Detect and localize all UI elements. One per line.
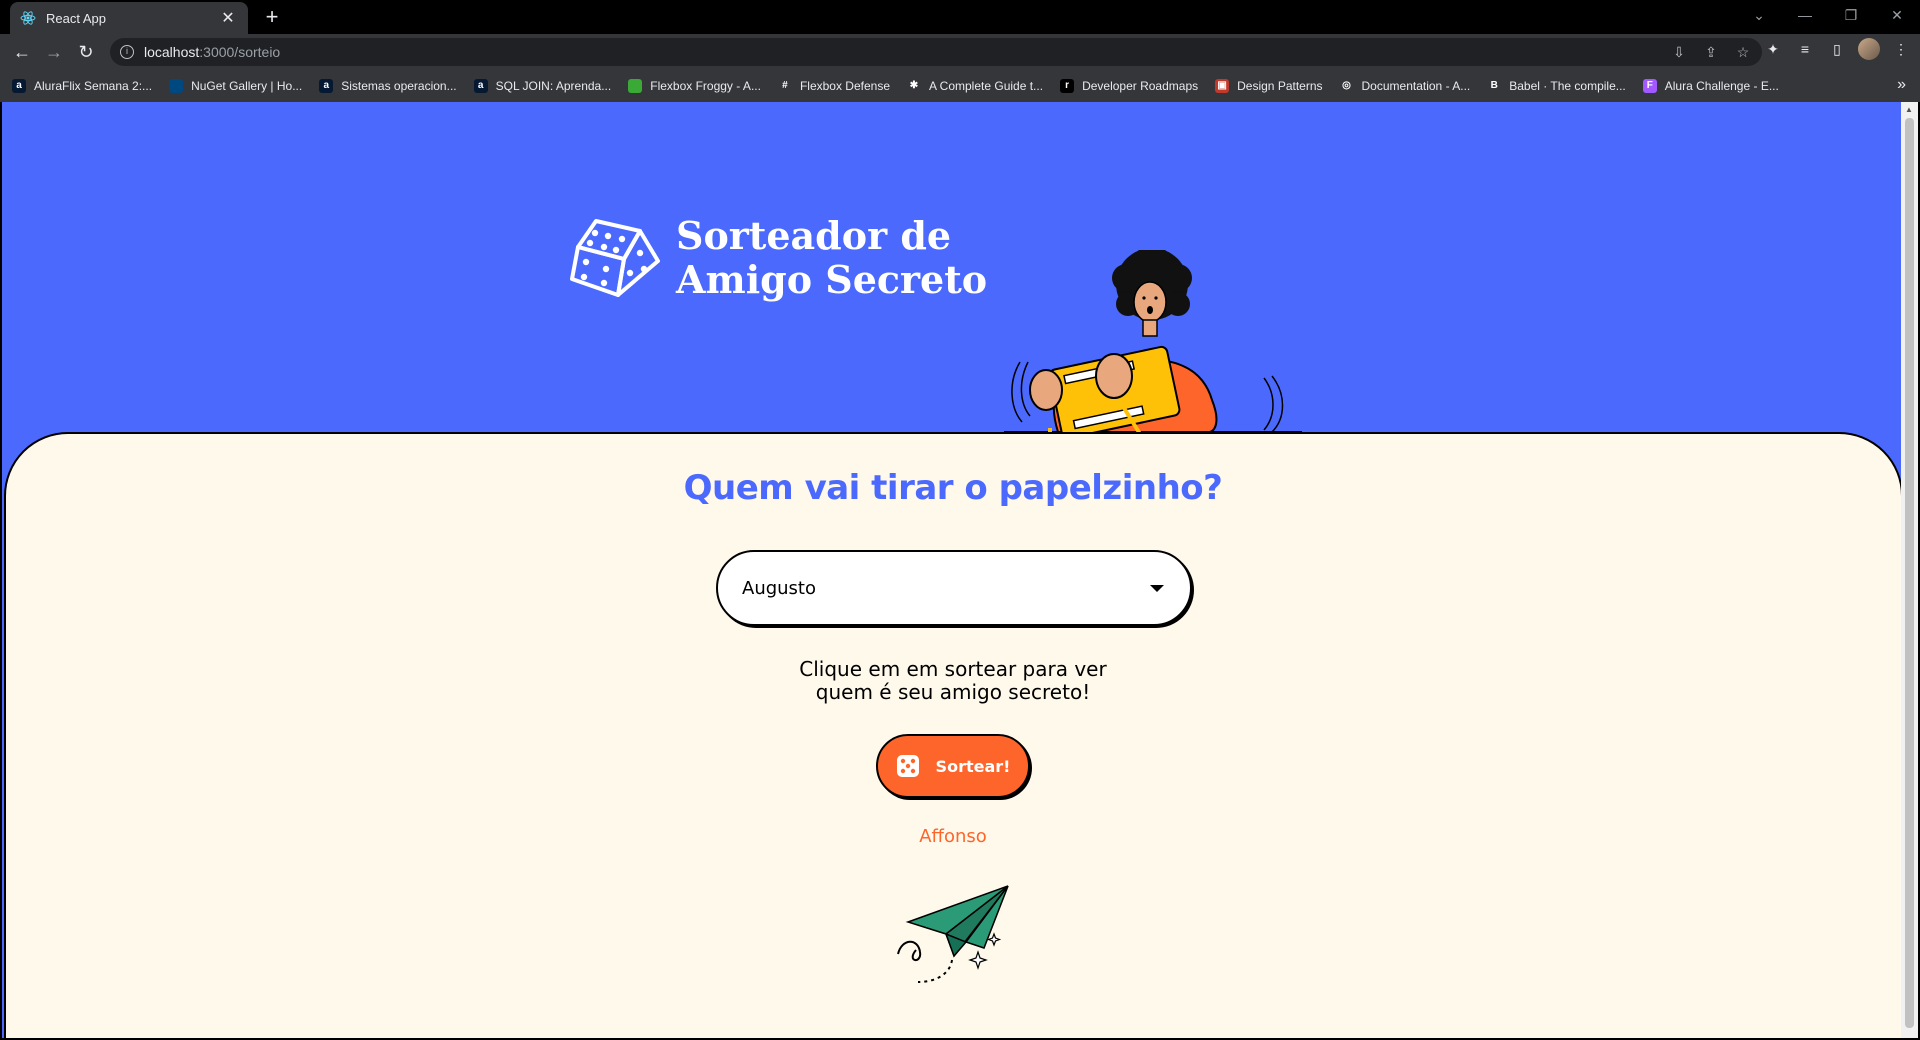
minimize-button[interactable]: — [1782, 7, 1828, 23]
bookmark-label: NuGet Gallery | Ho... [191, 79, 303, 93]
close-tab-icon[interactable]: ✕ [218, 8, 238, 28]
bookmark-label: Flexbox Froggy - A... [650, 79, 761, 93]
instruction-line1: Clique em em sortear para ver [799, 657, 1107, 681]
app-title-line2: Amigo Secreto [676, 257, 988, 302]
bookmark-star-icon[interactable]: ☆ [1734, 44, 1752, 61]
bookmark-label: Babel · The compile... [1509, 79, 1626, 93]
instruction-line2: quem é seu amigo secreto! [815, 680, 1091, 704]
bookmark-item[interactable]: r Developer Roadmaps [1060, 79, 1198, 93]
selected-participant: Augusto [742, 577, 817, 599]
bookmark-favicon-icon: B [1487, 79, 1502, 93]
tab-title: React App [46, 10, 106, 26]
participant-select[interactable]: Augusto [716, 550, 1192, 626]
scrollbar-thumb[interactable] [1905, 118, 1914, 1028]
bookmark-favicon-icon: ▣ [1215, 79, 1230, 93]
bookmark-favicon-icon: r [1060, 79, 1075, 93]
paper-plane-icon [897, 885, 1009, 983]
bookmark-item[interactable]: ▣ Design Patterns [1215, 79, 1323, 93]
profile-avatar[interactable] [1858, 38, 1880, 60]
bookmarks-overflow-icon[interactable]: » [1897, 76, 1906, 94]
vertical-scrollbar[interactable]: ▲ [1901, 102, 1918, 1038]
bookmark-favicon-icon: a [319, 79, 334, 93]
bookmark-item[interactable]: ✱ A Complete Guide t... [907, 79, 1043, 93]
dice-icon [896, 755, 919, 777]
bookmark-label: SQL JOIN: Aprenda... [495, 79, 612, 93]
browser-titlebar: React App ✕ + ⌄ — ❐ ✕ [0, 0, 1920, 34]
bookmark-favicon-icon: # [777, 79, 792, 93]
media-queue-icon[interactable]: ≡ [1794, 41, 1816, 57]
bookmark-item[interactable]: F Alura Challenge - E... [1642, 79, 1779, 93]
page-viewport: Sorteador de Amigo Secreto Quem vai tira… [0, 102, 1920, 1040]
bookmark-favicon-icon: a [473, 79, 488, 93]
sortear-button[interactable]: Sortear! [876, 734, 1030, 798]
site-info-icon[interactable]: i [120, 45, 134, 59]
browser-toolbar: ← → ↻ i localhost :3000/sorteio ⇩ ⇪ ☆ ✦ … [0, 34, 1920, 70]
bookmark-label: Documentation - A... [1361, 79, 1471, 93]
page-question: Quem vai tirar o papelzinho? [683, 468, 1223, 508]
sortear-label: Sortear! [935, 756, 1011, 776]
url-path: :3000/sorteio [199, 44, 281, 60]
bookmark-label: AluraFlix Semana 2:... [34, 79, 153, 93]
new-tab-button[interactable]: + [260, 6, 284, 30]
scroll-up-icon[interactable]: ▲ [1905, 105, 1913, 114]
bookmark-item[interactable]: a SQL JOIN: Aprenda... [473, 79, 612, 93]
forward-button[interactable]: → [38, 36, 70, 68]
bookmark-label: A Complete Guide t... [929, 79, 1044, 93]
bookmark-item[interactable]: a Sistemas operacion... [319, 79, 457, 93]
bookmark-favicon-icon: a [12, 79, 26, 93]
window-controls: ⌄ — ❐ ✕ [1736, 0, 1920, 30]
draw-result: Affonso [919, 826, 987, 847]
browser-tab[interactable]: React App ✕ [10, 2, 248, 34]
url-host: localhost [144, 44, 200, 60]
bookmark-favicon-icon [628, 79, 643, 93]
chevron-down-icon [1150, 584, 1164, 592]
bookmark-label: Flexbox Defense [799, 79, 890, 93]
bookmark-item[interactable]: # Flexbox Defense [777, 79, 890, 93]
bookmark-label: Sistemas operacion... [341, 79, 457, 93]
app-title: Sorteador de Amigo Secreto [676, 214, 987, 302]
side-panel-icon[interactable]: ▯ [1826, 41, 1848, 58]
bookmark-item[interactable]: B Babel · The compile... [1487, 79, 1626, 93]
bookmark-label: Design Patterns [1237, 79, 1323, 93]
bookmark-label: Alura Challenge - E... [1664, 79, 1779, 93]
reload-button[interactable]: ↻ [70, 36, 102, 68]
bookmark-favicon-icon: ◎ [1339, 79, 1354, 93]
back-button[interactable]: ← [6, 36, 38, 68]
address-bar[interactable]: i localhost :3000/sorteio ⇩ ⇪ ☆ [110, 38, 1762, 66]
react-icon [20, 11, 36, 25]
bookmark-item[interactable]: NuGet Gallery | Ho... [169, 79, 302, 93]
bookmark-favicon-icon: ✱ [907, 79, 921, 93]
bookmarks-bar: a AluraFlix Semana 2:... NuGet Gallery | H… [0, 70, 1920, 102]
bookmark-favicon-icon [169, 79, 184, 93]
tab-search-icon[interactable]: ⌄ [1736, 7, 1782, 24]
app-title-line1: Sorteador de [676, 213, 952, 258]
menu-icon[interactable]: ⋮ [1890, 41, 1912, 58]
bookmark-item[interactable]: a AluraFlix Semana 2:... [12, 79, 152, 93]
restore-button[interactable]: ❐ [1828, 7, 1874, 24]
instruction-text: Clique em em sortear para ver quem é seu… [2, 658, 1904, 704]
bookmark-item[interactable]: ◎ Documentation - A... [1339, 79, 1471, 93]
bookmark-favicon-icon: F [1642, 79, 1657, 93]
app-logo: Sorteador de Amigo Secreto [570, 214, 987, 302]
dice-logo-icon [570, 219, 660, 297]
share-icon[interactable]: ⇪ [1702, 44, 1720, 61]
install-app-icon[interactable]: ⇩ [1670, 44, 1688, 61]
bookmark-item[interactable]: Flexbox Froggy - A... [628, 79, 761, 93]
extensions-icon[interactable]: ✦ [1762, 41, 1784, 58]
close-window-button[interactable]: ✕ [1874, 7, 1920, 24]
bookmark-label: Developer Roadmaps [1082, 79, 1199, 93]
